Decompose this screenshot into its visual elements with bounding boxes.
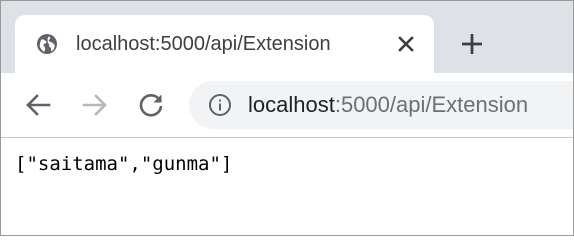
globe-icon — [36, 33, 58, 55]
close-icon[interactable] — [395, 33, 417, 55]
arrow-left-icon[interactable] — [22, 89, 54, 121]
url-path: :5000/api/Extension — [334, 92, 529, 117]
info-icon[interactable] — [208, 93, 232, 117]
tab-strip: localhost:5000/api/Extension — [1, 1, 573, 73]
tab-title: localhost:5000/api/Extension — [76, 33, 331, 55]
reload-icon[interactable] — [135, 89, 167, 121]
toolbar: localhost:5000/api/Extension — [1, 73, 573, 138]
page-content: ["saitama","gunma"] — [1, 138, 573, 235]
tab-active[interactable]: localhost:5000/api/Extension — [15, 15, 434, 73]
browser-window: localhost:5000/api/Extension localhost:5… — [0, 0, 574, 236]
json-response: ["saitama","gunma"] — [15, 153, 233, 175]
url-host: localhost — [248, 92, 335, 117]
address-bar[interactable]: localhost:5000/api/Extension — [189, 81, 573, 129]
arrow-right-icon[interactable] — [79, 89, 111, 121]
plus-icon[interactable] — [457, 29, 487, 59]
url-text[interactable]: localhost:5000/api/Extension — [248, 91, 528, 119]
